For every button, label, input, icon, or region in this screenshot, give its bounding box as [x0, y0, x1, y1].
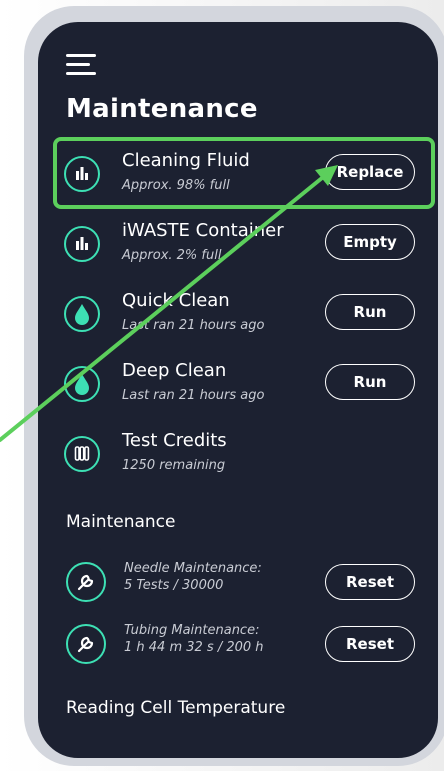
page-title: Maintenance: [66, 94, 258, 124]
maintenance-row-needle: Needle Maintenance: 5 Tests / 30000 Rese…: [38, 558, 438, 606]
maintenance-value: 5 Tests / 30000: [124, 578, 224, 593]
maintenance-section-heading: Maintenance: [66, 512, 176, 532]
status-row-test-credits: Test Credits 1250 remaining: [38, 430, 438, 490]
maintenance-row-tubing: Tubing Maintenance: 1 h 44 m 32 s / 200 …: [38, 620, 438, 668]
row-title: Quick Clean: [122, 290, 230, 311]
status-row-deep-clean: Deep Clean Last ran 21 hours ago Run: [38, 360, 438, 420]
maintenance-label: Needle Maintenance:: [124, 561, 262, 576]
app-screen: Maintenance Cleaning Fluid Approx. 98% f…: [38, 22, 438, 758]
hamburger-menu-icon[interactable]: [66, 54, 96, 76]
row-title: Cleaning Fluid: [122, 150, 250, 171]
row-subtitle: Approx. 2% full: [122, 248, 222, 263]
row-title: Test Credits: [122, 430, 227, 451]
bar-chart-icon: [64, 156, 100, 192]
run-quick-clean-button[interactable]: Run: [325, 294, 415, 330]
row-title: Deep Clean: [122, 360, 227, 381]
replace-button[interactable]: Replace: [325, 154, 415, 190]
empty-button[interactable]: Empty: [325, 224, 415, 260]
wrench-icon: [66, 562, 106, 602]
temperature-section-heading: Reading Cell Temperature: [66, 698, 286, 718]
maintenance-label: Tubing Maintenance:: [124, 623, 260, 638]
reset-tubing-button[interactable]: Reset: [325, 626, 415, 662]
status-row-quick-clean: Quick Clean Last ran 21 hours ago Run: [38, 290, 438, 350]
row-subtitle: Last ran 21 hours ago: [122, 318, 265, 333]
test-tubes-icon: [64, 436, 100, 472]
droplet-icon: [64, 366, 100, 402]
row-title: iWASTE Container: [122, 220, 284, 241]
reset-needle-button[interactable]: Reset: [325, 564, 415, 600]
wrench-icon: [66, 624, 106, 664]
row-subtitle: Approx. 98% full: [122, 178, 230, 193]
run-deep-clean-button[interactable]: Run: [325, 364, 415, 400]
droplet-icon: [64, 296, 100, 332]
maintenance-value: 1 h 44 m 32 s / 200 h: [124, 640, 264, 655]
status-row-cleaning-fluid: Cleaning Fluid Approx. 98% full Replace: [38, 150, 438, 210]
row-subtitle: 1250 remaining: [122, 458, 226, 473]
bar-chart-icon: [64, 226, 100, 262]
status-row-iwaste-container: iWASTE Container Approx. 2% full Empty: [38, 220, 438, 280]
row-subtitle: Last ran 21 hours ago: [122, 388, 265, 403]
